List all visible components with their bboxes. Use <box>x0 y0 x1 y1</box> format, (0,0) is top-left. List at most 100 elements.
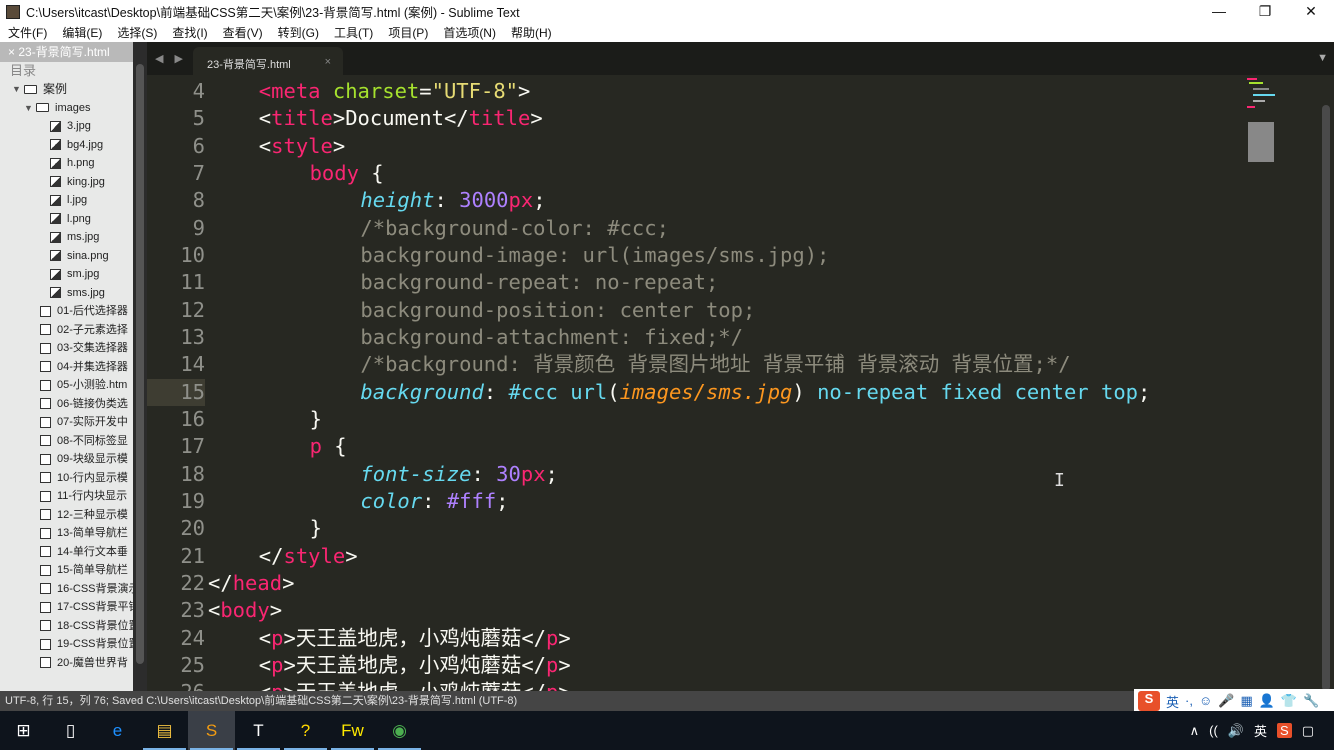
ime-tool-icon[interactable]: 👕 <box>1281 693 1297 709</box>
code-token: > <box>518 79 531 103</box>
html-file-item[interactable]: 15-简单导航栏 <box>0 561 133 580</box>
code-token: = <box>419 79 432 103</box>
minimap[interactable] <box>1245 76 1277 166</box>
code-editor[interactable]: 4 <meta charset="UTF-8"> 5 <title>Document<… <box>147 75 1334 691</box>
image-file-item[interactable]: l.png <box>0 210 133 229</box>
maximize-button[interactable]: ❐ <box>1242 3 1288 20</box>
expand-arrow-icon[interactable]: ▼ <box>24 99 33 118</box>
code-line: 24 <p>天王盖地虎，小鸡炖蘑菇</p> <box>147 625 1247 652</box>
menu-item[interactable]: 项目(P) <box>380 24 435 41</box>
sublime-text-icon: S <box>205 720 218 740</box>
typora-taskbar-icon[interactable]: T <box>235 711 282 750</box>
code-text: p { <box>310 433 347 460</box>
html-file-item[interactable]: 07-实际开发中 <box>0 413 133 432</box>
ime-tool-icon[interactable]: ▦ <box>1240 693 1252 709</box>
html-file-item[interactable]: 01-后代选择器 <box>0 302 133 321</box>
html-file-item[interactable]: 14-单行文本垂 <box>0 543 133 562</box>
menu-item[interactable]: 帮助(H) <box>503 24 559 41</box>
notifications-icon[interactable]: ▢ <box>1302 723 1314 739</box>
tab-close-icon[interactable]: × <box>325 56 331 68</box>
start-taskbar-icon[interactable]: ⊞ <box>0 711 47 750</box>
html-file-item[interactable]: 08-不同标签显 <box>0 432 133 451</box>
image-file-item[interactable]: h.png <box>0 154 133 173</box>
menu-item[interactable]: 查看(V) <box>215 24 270 41</box>
sogou-logo-icon[interactable]: S <box>1138 691 1160 711</box>
html-file-item[interactable]: 04-并集选择器 <box>0 358 133 377</box>
html-file-item[interactable]: 11-行内块显示 <box>0 487 133 506</box>
menu-item[interactable]: 转到(G) <box>270 24 326 41</box>
tab-nav-arrows[interactable]: ◀ ▶ <box>155 52 187 65</box>
html-file-item[interactable]: 16-CSS背景演示 <box>0 580 133 599</box>
editor-scrollbar[interactable] <box>1322 105 1330 691</box>
wifi-icon[interactable]: (( <box>1209 723 1218 738</box>
task-view-taskbar-icon[interactable]: ▯ <box>47 711 94 750</box>
html-file-item[interactable]: 03-交集选择器 <box>0 339 133 358</box>
code-text: background: #ccc url(images/sms.jpg) no-… <box>360 379 1150 406</box>
image-file-item[interactable]: 3.jpg <box>0 117 133 136</box>
ime-tool-icon[interactable]: ·, <box>1185 693 1193 709</box>
expand-arrow-icon[interactable]: ▼ <box>12 80 21 99</box>
code-text: } <box>310 515 322 542</box>
html-file-item[interactable]: 20-魔兽世界背 <box>0 654 133 673</box>
html-file-item[interactable]: 06-链接伪类选 <box>0 395 133 414</box>
tab-23-background-shorthand[interactable]: 23-背景简写.html × <box>193 47 343 75</box>
minimize-button[interactable]: — <box>1196 3 1242 20</box>
folder-icon <box>24 84 37 94</box>
file-label: 10-行内显示模 <box>57 471 128 484</box>
menu-item[interactable]: 文件(F) <box>0 24 54 41</box>
html-file-item[interactable]: 02-子元素选择 <box>0 321 133 340</box>
code-token: < <box>259 680 271 691</box>
html-file-item[interactable]: 18-CSS背景位置 <box>0 617 133 636</box>
menu-item[interactable]: 工具(T) <box>326 24 380 41</box>
open-file-item[interactable]: × 23-背景简写.html <box>0 42 133 62</box>
image-file-item[interactable]: ms.jpg <box>0 228 133 247</box>
html-file-item[interactable]: 19-CSS背景位置 <box>0 635 133 654</box>
folder-images[interactable]: ▼ images <box>0 99 133 118</box>
help-taskbar-icon[interactable]: ? <box>282 711 329 750</box>
tab-dropdown-icon[interactable]: ▼ <box>1317 52 1328 64</box>
image-file-item[interactable]: sms.jpg <box>0 284 133 303</box>
ime-mode[interactable]: 英 <box>1166 692 1179 711</box>
menu-item[interactable]: 编辑(E) <box>54 24 109 41</box>
ime-tool-icon[interactable]: ☺ <box>1199 693 1212 709</box>
code-text: height: 3000px; <box>360 187 545 214</box>
file-label: 15-简单导航栏 <box>57 564 128 576</box>
image-file-item[interactable]: sm.jpg <box>0 265 133 284</box>
close-button[interactable]: ✕ <box>1288 3 1334 20</box>
ime-tool-icon[interactable]: 👤 <box>1259 693 1275 709</box>
ime-tool-icon[interactable]: 🎤 <box>1218 693 1234 709</box>
image-file-item[interactable]: l.jpg <box>0 191 133 210</box>
image-file-item[interactable]: bg4.jpg <box>0 136 133 155</box>
input-language[interactable]: 英 <box>1254 721 1267 740</box>
menu-item[interactable]: 首选项(N) <box>435 24 503 41</box>
html-file-item[interactable]: 10-行内显示模 <box>0 469 133 488</box>
line-number: 15 <box>147 378 205 406</box>
html-file-item[interactable]: 05-小测验.htm <box>0 376 133 395</box>
folder-anli[interactable]: ▼ 案例 <box>0 80 133 99</box>
html-file-item[interactable]: 13-简单导航栏 <box>0 524 133 543</box>
chrome-taskbar-icon[interactable]: ◉ <box>376 711 423 750</box>
image-file-icon <box>50 176 61 188</box>
file-label: 08-不同标签显 <box>57 434 128 447</box>
tray-chevron-icon[interactable]: ∧ <box>1190 723 1200 739</box>
image-file-item[interactable]: sina.png <box>0 247 133 266</box>
html-file-item[interactable]: 17-CSS背景平铺 <box>0 598 133 617</box>
ime-tool-icon[interactable]: 🔧 <box>1303 693 1319 709</box>
fireworks-icon: Fw <box>341 720 364 740</box>
image-file-item[interactable]: king.jpg <box>0 173 133 192</box>
folder-label: 案例 <box>43 82 68 96</box>
code-token: p <box>271 680 283 691</box>
code-token: : <box>422 488 447 513</box>
file-explorer-taskbar-icon[interactable]: ▤ <box>141 711 188 750</box>
edge-taskbar-icon[interactable]: e <box>94 711 141 750</box>
html-file-item[interactable]: 12-三种显示模 <box>0 506 133 525</box>
sogou-tray-icon[interactable]: S <box>1277 723 1292 738</box>
fireworks-taskbar-icon[interactable]: Fw <box>329 711 376 750</box>
volume-icon[interactable]: 🔊 <box>1228 723 1244 739</box>
file-label: 20-魔兽世界背 <box>57 656 128 669</box>
sidebar-scrollbar[interactable] <box>133 42 147 691</box>
sublime-text-taskbar-icon[interactable]: S <box>188 711 235 750</box>
html-file-item[interactable]: 09-块级显示模 <box>0 450 133 469</box>
menu-item[interactable]: 选择(S) <box>109 24 164 41</box>
menu-item[interactable]: 查找(I) <box>164 24 214 41</box>
